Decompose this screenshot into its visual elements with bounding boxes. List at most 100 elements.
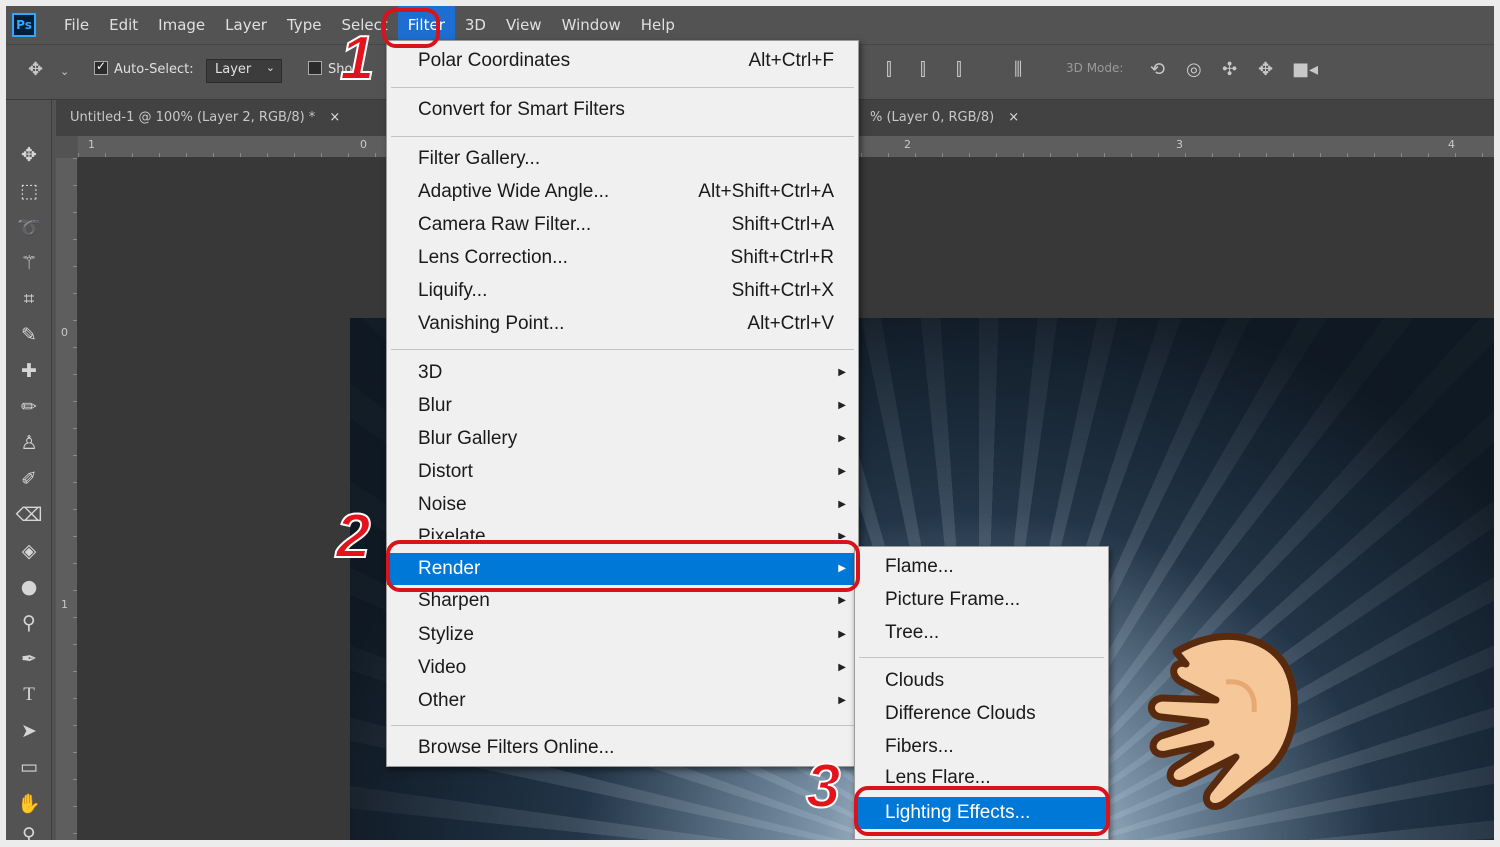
ruler-label: 2 <box>904 138 911 151</box>
menu-3d[interactable]: 3D <box>455 6 496 44</box>
magic-wand-tool-icon[interactable]: ⚚ <box>12 248 46 278</box>
submenu-arrow-icon: ▶ <box>838 629 846 640</box>
close-icon[interactable]: × <box>1008 110 1019 125</box>
move-tool-icon[interactable]: ✥ <box>28 59 43 80</box>
history-brush-tool-icon[interactable]: ✐ <box>12 464 46 494</box>
menu-item-blur-gallery[interactable]: Blur Gallery ▶ <box>387 423 858 455</box>
menu-item-fibers[interactable]: Fibers... <box>855 731 1108 763</box>
menu-image[interactable]: Image <box>148 6 215 44</box>
align-center-icon[interactable]: ⫿ <box>920 59 926 80</box>
menu-item-lens-correction[interactable]: Lens Correction... Shift+Ctrl+R <box>387 242 858 274</box>
3d-rotate-icon[interactable]: ⟲ <box>1150 59 1165 80</box>
menu-separator <box>859 657 1104 658</box>
menu-item-pixelate[interactable]: Pixelate ▶ <box>387 521 858 539</box>
brush-tool-icon[interactable]: ✏ <box>12 392 46 422</box>
menu-item-noise[interactable]: Noise ▶ <box>387 489 858 521</box>
photoshop-logo: Ps <box>12 13 36 37</box>
document-tab-layer-0[interactable]: % (Layer 0, RGB/8) × <box>856 100 1033 136</box>
auto-select-option[interactable]: Auto-Select: <box>94 59 194 77</box>
ruler-label: 3 <box>1176 138 1183 151</box>
submenu-arrow-icon: ▶ <box>838 466 846 477</box>
menu-item-video[interactable]: Video ▶ <box>387 652 858 684</box>
menu-item-render[interactable]: Render ▶ <box>387 553 858 585</box>
ruler-label: 0 <box>61 326 68 339</box>
menu-item-convert-for-smart-filters[interactable]: Convert for Smart Filters <box>387 94 858 126</box>
menu-item-3d[interactable]: 3D ▶ <box>387 357 858 389</box>
menu-item-browse-filters-online[interactable]: Browse Filters Online... <box>387 732 858 764</box>
ruler-label: 1 <box>88 138 95 151</box>
type-tool-icon[interactable]: T <box>12 680 46 710</box>
submenu-arrow-icon: ▶ <box>838 433 846 444</box>
3d-mode-label: 3D Mode: <box>1066 61 1124 75</box>
menu-file[interactable]: File <box>54 6 99 44</box>
menu-item-other[interactable]: Other ▶ <box>387 685 858 717</box>
eyedropper-tool-icon[interactable]: ✎ <box>12 320 46 350</box>
menu-item-sharpen[interactable]: Sharpen ▶ <box>387 591 858 617</box>
menu-item-clouds[interactable]: Clouds <box>855 665 1108 697</box>
auto-select-target-dropdown[interactable]: Layer ⌄ <box>206 59 282 83</box>
step-number-3: 3 <box>805 752 842 821</box>
show-transform-checkbox[interactable] <box>308 61 322 75</box>
dodge-tool-icon[interactable]: ⚲ <box>12 608 46 638</box>
3d-slide-icon[interactable]: ✥ <box>1258 59 1273 80</box>
step-number-1: 1 <box>339 24 376 93</box>
chevron-down-icon: ⌄ <box>265 61 275 74</box>
menu-edit[interactable]: Edit <box>99 6 148 44</box>
submenu-arrow-icon: ▶ <box>838 531 846 539</box>
menu-item-distort[interactable]: Distort ▶ <box>387 456 858 488</box>
align-left-icon[interactable]: ⫿ <box>886 59 892 80</box>
menu-item-polar-coordinates[interactable]: Polar Coordinates Alt+Ctrl+F <box>387 45 858 77</box>
rectangle-tool-icon[interactable]: ▭ <box>12 752 46 782</box>
menu-item-flame[interactable]: Flame... <box>855 551 1108 583</box>
menu-filter[interactable]: Filter <box>397 6 455 44</box>
crop-tool-icon[interactable]: ⌗ <box>12 284 46 314</box>
ruler-label: 1 <box>61 598 68 611</box>
zoom-tool-icon[interactable]: ⚲ <box>12 820 46 840</box>
hand-tool-icon[interactable]: ✋ <box>12 788 46 818</box>
move-tool-icon[interactable]: ✥ <box>12 140 46 170</box>
3d-camera-icon[interactable]: ■◂ <box>1292 59 1318 80</box>
clone-stamp-tool-icon[interactable]: ♙ <box>12 428 46 458</box>
eraser-tool-icon[interactable]: ⌫ <box>12 500 46 530</box>
menu-separator <box>391 725 854 726</box>
menu-separator <box>391 349 854 350</box>
menu-view[interactable]: View <box>496 6 552 44</box>
healing-brush-tool-icon[interactable]: ✚ <box>12 356 46 386</box>
menu-layer[interactable]: Layer <box>215 6 277 44</box>
align-right-icon[interactable]: ⫿ <box>956 59 962 80</box>
menu-item-filter-gallery[interactable]: Filter Gallery... <box>387 143 858 175</box>
menu-item-blur[interactable]: Blur ▶ <box>387 390 858 422</box>
menu-item-adaptive-wide-angle[interactable]: Adaptive Wide Angle... Alt+Shift+Ctrl+A <box>387 176 858 208</box>
menu-item-tree[interactable]: Tree... <box>855 617 1108 649</box>
submenu-arrow-icon: ▶ <box>838 367 846 378</box>
menu-type[interactable]: Type <box>277 6 331 44</box>
document-tab-untitled-1[interactable]: Untitled-1 @ 100% (Layer 2, RGB/8) * × <box>56 100 355 136</box>
ruler-label: 4 <box>1448 138 1455 151</box>
pen-tool-icon[interactable]: ✒ <box>12 644 46 674</box>
submenu-arrow-icon: ▶ <box>838 662 846 673</box>
menu-item-liquify[interactable]: Liquify... Shift+Ctrl+X <box>387 275 858 307</box>
photoshop-window: Ps File Edit Image Layer Type Select Fil… <box>6 6 1494 840</box>
close-icon[interactable]: × <box>329 110 340 125</box>
menu-item-lighting-effects[interactable]: Lighting Effects... <box>855 797 1108 829</box>
menu-window[interactable]: Window <box>552 6 631 44</box>
auto-select-target-value: Layer <box>215 62 252 77</box>
menu-item-vanishing-point[interactable]: Vanishing Point... Alt+Ctrl+V <box>387 308 858 340</box>
auto-select-checkbox[interactable] <box>94 59 108 75</box>
lasso-tool-icon[interactable]: ➰ <box>12 212 46 242</box>
3d-roll-icon[interactable]: ◎ <box>1186 59 1202 80</box>
chevron-down-icon[interactable]: ⌄ <box>60 65 69 78</box>
menu-item-stylize[interactable]: Stylize ▶ <box>387 619 858 651</box>
path-selection-tool-icon[interactable]: ➤ <box>12 716 46 746</box>
menu-item-difference-clouds[interactable]: Difference Clouds <box>855 698 1108 730</box>
distribute-icon[interactable]: ⫼ <box>1014 59 1022 80</box>
menu-item-lens-flare[interactable]: Lens Flare... <box>855 764 1108 786</box>
3d-drag-icon[interactable]: ✣ <box>1222 59 1237 80</box>
submenu-arrow-icon: ▶ <box>838 695 846 706</box>
blur-tool-icon[interactable]: ● <box>12 572 46 602</box>
menu-item-picture-frame[interactable]: Picture Frame... <box>855 584 1108 616</box>
marquee-tool-icon[interactable]: ⬚ <box>12 176 46 206</box>
paint-bucket-tool-icon[interactable]: ◈ <box>12 536 46 566</box>
menu-item-camera-raw-filter[interactable]: Camera Raw Filter... Shift+Ctrl+A <box>387 209 858 241</box>
menu-help[interactable]: Help <box>631 6 685 44</box>
